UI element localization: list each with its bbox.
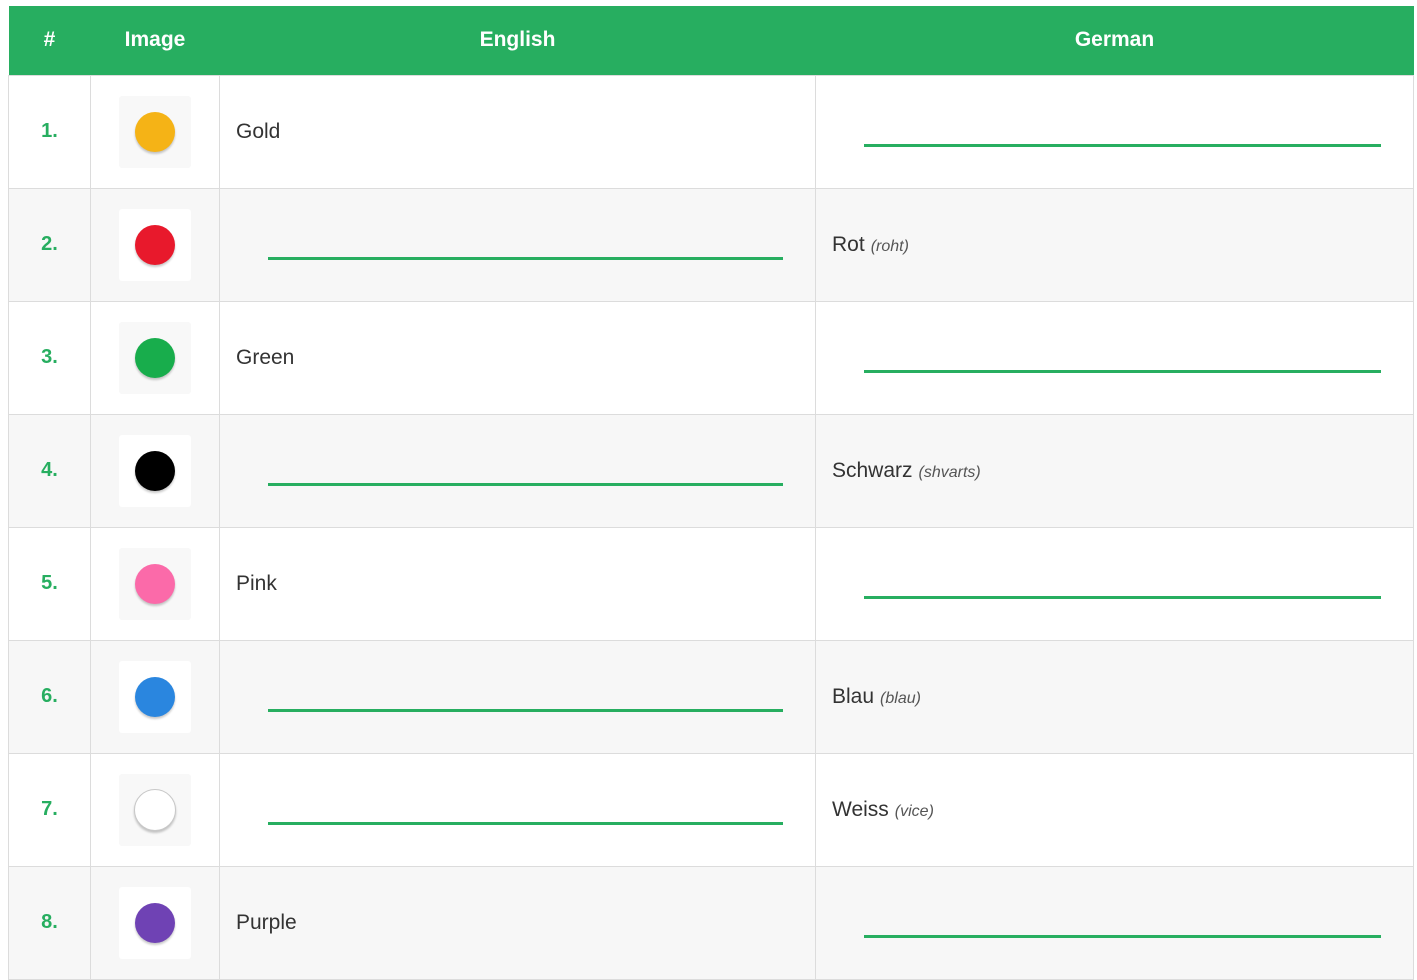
german-answer-blank-cell: [815, 74, 1414, 189]
color-swatch: [119, 321, 191, 394]
pronunciation: (shvarts): [918, 463, 981, 481]
english-answer-blank-cell: [219, 752, 816, 867]
row-number: 3.: [8, 300, 91, 415]
row-number: 4.: [8, 413, 91, 528]
table-row: 7. Weiss (vice): [8, 752, 1414, 867]
color-image-cell: [90, 752, 220, 867]
german-answer-line[interactable]: [864, 144, 1381, 147]
table-header: # Image English German: [8, 6, 1414, 75]
table-row: 5. Pink: [8, 526, 1414, 641]
german-answer-line[interactable]: [864, 596, 1381, 599]
english-word-cell: Green: [219, 300, 816, 415]
header-image: Image: [90, 6, 220, 75]
table-row: 1. Gold: [8, 74, 1414, 189]
color-image-cell: [90, 865, 220, 980]
table-row: 4. Schwarz (shvarts): [8, 413, 1414, 528]
german-answer-blank-cell: [815, 865, 1414, 980]
english-answer-line[interactable]: [268, 483, 783, 486]
english-word-cell: Gold: [219, 74, 816, 189]
english-word: Green: [236, 345, 295, 369]
german-answer-line[interactable]: [864, 370, 1381, 373]
table-body: 1. Gold 2. Rot (roht) 3. Green 4. Schwarz (shvart…: [8, 74, 1414, 980]
english-answer-blank-cell: [219, 187, 816, 302]
color-image-cell: [90, 526, 220, 641]
color-image-cell: [90, 74, 220, 189]
pronunciation: (blau): [880, 689, 921, 707]
english-answer-blank-cell: [219, 639, 816, 754]
table-row: 8. Purple: [8, 865, 1414, 980]
row-number: 7.: [8, 752, 91, 867]
blue-color-dot-icon: [135, 676, 175, 717]
english-word: Purple: [236, 910, 297, 934]
pronunciation: (roht): [870, 237, 909, 255]
row-number: 8.: [8, 865, 91, 980]
german-word: Rot: [832, 232, 865, 256]
english-answer-line[interactable]: [268, 257, 783, 260]
color-swatch: [119, 95, 191, 168]
white-color-dot-icon: [134, 788, 176, 831]
row-number: 6.: [8, 639, 91, 754]
black-color-dot-icon: [135, 450, 175, 491]
table-row: 6. Blau (blau): [8, 639, 1414, 754]
vocabulary-table: # Image English German 1. Gold 2. Rot (roht)…: [8, 6, 1414, 980]
color-swatch: [119, 208, 191, 281]
english-answer-line[interactable]: [268, 709, 783, 712]
german-word-cell: Schwarz (shvarts): [815, 413, 1414, 528]
english-word-cell: Pink: [219, 526, 816, 641]
german-word: Weiss: [832, 797, 889, 821]
row-number: 2.: [8, 187, 91, 302]
color-swatch: [119, 886, 191, 959]
red-color-dot-icon: [135, 224, 175, 265]
pronunciation: (vice): [894, 802, 934, 820]
german-word-cell: Blau (blau): [815, 639, 1414, 754]
english-word: Pink: [236, 571, 277, 595]
color-image-cell: [90, 639, 220, 754]
english-word: Gold: [236, 119, 281, 143]
color-image-cell: [90, 413, 220, 528]
color-swatch: [119, 660, 191, 733]
row-number: 1.: [8, 74, 91, 189]
german-word-cell: Weiss (vice): [815, 752, 1414, 867]
german-answer-line[interactable]: [864, 935, 1381, 938]
table-row: 2. Rot (roht): [8, 187, 1414, 302]
header-number: #: [8, 6, 91, 75]
german-answer-blank-cell: [815, 300, 1414, 415]
german-word: Schwarz: [832, 458, 913, 482]
color-swatch: [119, 434, 191, 507]
color-swatch: [119, 547, 191, 620]
english-answer-blank-cell: [219, 413, 816, 528]
purple-color-dot-icon: [135, 902, 175, 943]
english-answer-line[interactable]: [268, 822, 783, 825]
pink-color-dot-icon: [135, 563, 175, 604]
color-image-cell: [90, 300, 220, 415]
green-color-dot-icon: [135, 337, 175, 378]
german-word: Blau: [832, 684, 875, 708]
color-image-cell: [90, 187, 220, 302]
english-word-cell: Purple: [219, 865, 816, 980]
gold-color-dot-icon: [135, 111, 175, 152]
german-answer-blank-cell: [815, 526, 1414, 641]
header-german: German: [815, 6, 1414, 75]
german-word-cell: Rot (roht): [815, 187, 1414, 302]
color-swatch: [119, 773, 191, 846]
header-english: English: [219, 6, 816, 75]
table-row: 3. Green: [8, 300, 1414, 415]
row-number: 5.: [8, 526, 91, 641]
